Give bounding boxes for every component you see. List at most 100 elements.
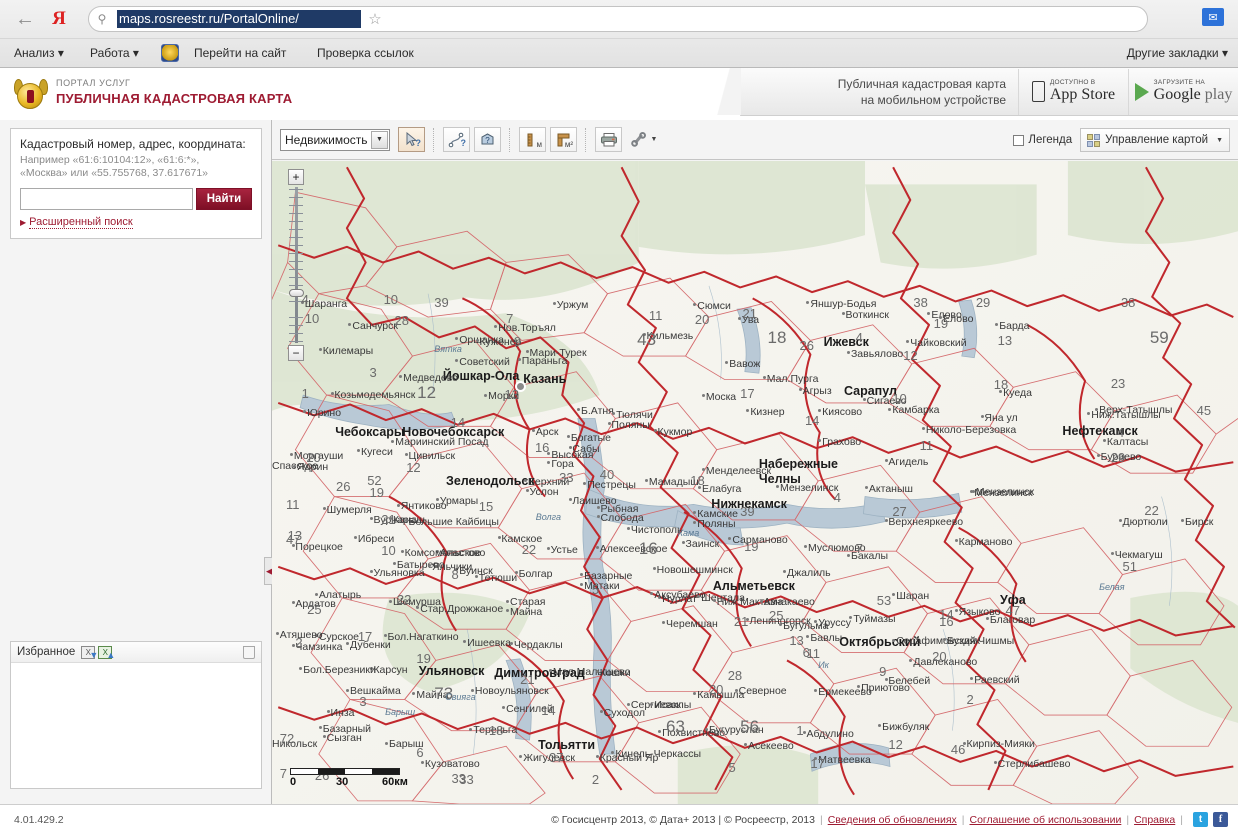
- chevron-down-icon[interactable]: ▼: [1216, 137, 1223, 144]
- polyline-query-tool[interactable]: ?: [443, 127, 470, 152]
- bookmark-analiz[interactable]: Анализ ▾: [10, 44, 68, 63]
- zoom-in-button[interactable]: +: [288, 169, 304, 185]
- portal-subtitle: ПОРТАЛ УСЛУГ: [56, 78, 131, 88]
- map-town-marker: [798, 388, 802, 392]
- facebook-icon[interactable]: f: [1213, 812, 1228, 827]
- terms-link[interactable]: Соглашение об использовании: [970, 814, 1122, 826]
- map-town-marker: [346, 688, 350, 692]
- promo-line-1: Публичная кадастровая карта: [837, 76, 1006, 91]
- app-store-badge[interactable]: Доступно в App Store: [1018, 68, 1128, 115]
- map-town-marker: [712, 598, 716, 602]
- map-town-marker: [566, 434, 570, 438]
- advanced-search-link[interactable]: ▶ Расширенный поиск: [20, 216, 252, 229]
- search-icon: ⚲: [97, 12, 107, 26]
- search-panel: Кадастровый номер, адрес, координата: На…: [10, 128, 262, 239]
- map-control-label: Управление картой: [1105, 134, 1209, 146]
- updates-link[interactable]: Сведения об обновлениях: [828, 814, 957, 826]
- map-town-marker: [314, 592, 318, 596]
- legend-checkbox[interactable]: Легенда: [1013, 134, 1072, 146]
- map-town-marker: [289, 452, 293, 456]
- measure-area-tool[interactable]: м²: [550, 127, 577, 152]
- permalink-tool[interactable]: ▼: [626, 127, 662, 152]
- checkbox-box[interactable]: [1013, 134, 1025, 146]
- map-town-marker: [954, 538, 958, 542]
- map-town-marker: [596, 505, 600, 509]
- trash-icon[interactable]: [243, 645, 255, 659]
- promo-text: Публичная кадастровая карта на мобильном…: [741, 76, 1018, 108]
- zoom-out-button[interactable]: −: [288, 345, 304, 361]
- map-town-marker: [642, 332, 646, 336]
- scale-bar: 0 30 60км: [290, 768, 408, 790]
- scale-bar-strip: [290, 768, 400, 775]
- search-button[interactable]: Найти: [196, 188, 252, 210]
- select-info-tool[interactable]: ?: [398, 127, 425, 152]
- mobile-app-promo: Публичная кадастровая карта на мобильном…: [707, 68, 1238, 116]
- address-bar-url[interactable]: maps.rosreestr.ru/PortalOnline/: [117, 10, 361, 28]
- map-town-marker: [525, 488, 529, 492]
- chevron-down-icon[interactable]: ▼: [371, 130, 388, 149]
- bookmark-star-icon[interactable]: ☆: [361, 10, 389, 28]
- search-hint-line-1: Например «61:6:10104:12», «61:6:*»,: [20, 154, 200, 166]
- search-input[interactable]: [20, 188, 193, 210]
- map-town-marker: [943, 637, 947, 641]
- twitter-icon[interactable]: t: [1193, 812, 1208, 827]
- address-bar[interactable]: ⚲ maps.rosreestr.ru/PortalOnline/ ☆: [88, 6, 1148, 32]
- map-town-marker: [399, 374, 403, 378]
- map-town-marker: [627, 526, 631, 530]
- other-bookmarks-menu[interactable]: Другие закладки ▾: [1127, 44, 1228, 63]
- map-control-button[interactable]: Управление картой ▼: [1080, 128, 1230, 152]
- chevron-down-icon[interactable]: ▼: [651, 136, 658, 143]
- polygon-query-tool[interactable]: ?: [474, 127, 501, 152]
- excel-import-icon[interactable]: X ▼: [81, 645, 98, 659]
- map-town-marker: [847, 350, 851, 354]
- map-graphics: [272, 161, 1238, 804]
- map-town-marker: [330, 391, 334, 395]
- scale-tick-2: 60км: [382, 776, 408, 788]
- map-town-marker: [596, 515, 600, 519]
- help-link[interactable]: Справка: [1134, 814, 1175, 826]
- promo-line-2: на мобильном устройстве: [860, 92, 1006, 107]
- map-town-marker: [404, 519, 408, 523]
- footer: 4.01.429.2 © Госисцентр 2013, © Дата+ 20…: [0, 804, 1238, 834]
- excel-export-icon[interactable]: X ▲: [98, 645, 115, 659]
- browser-chrome: ← Я ⚲ maps.rosreestr.ru/PortalOnline/ ☆ …: [0, 0, 1238, 68]
- svg-text:?: ?: [485, 136, 490, 145]
- map-town-marker: [985, 616, 989, 620]
- zoom-slider-handle[interactable]: [289, 289, 304, 297]
- layer-select-value: Недвижимость: [285, 132, 368, 147]
- map-town-marker: [383, 633, 387, 637]
- zoom-control[interactable]: + −: [288, 169, 306, 361]
- map-town-marker: [878, 723, 882, 727]
- mail-icon[interactable]: ✉: [1202, 8, 1224, 26]
- google-play-badge[interactable]: ЗАГРУЗИТЕ НА Google play: [1128, 68, 1238, 115]
- bookmark-site-favicon[interactable]: [161, 44, 179, 62]
- google-play-label: Google play: [1153, 85, 1233, 103]
- scale-tick-1: 30: [336, 776, 349, 788]
- back-arrow-icon[interactable]: ←: [12, 6, 38, 32]
- print-tool[interactable]: [595, 127, 622, 152]
- favorites-title: Избранное: [17, 646, 76, 658]
- layers-grid-icon: [1087, 133, 1101, 147]
- map-town-marker: [884, 459, 888, 463]
- scale-bar-labels: 0 30 60км: [290, 776, 408, 790]
- map-town-marker: [737, 317, 741, 321]
- map-town-marker: [318, 725, 322, 729]
- favorites-header: Избранное X ▼ X ▲: [11, 642, 261, 663]
- map-town-marker: [389, 599, 393, 603]
- iphone-icon: [1031, 81, 1045, 102]
- bookmark-proverka-ssylok[interactable]: Проверка ссылок: [313, 44, 418, 63]
- map-town-marker: [435, 498, 439, 502]
- layer-select[interactable]: Недвижимость ▼: [280, 128, 390, 151]
- map-town-marker: [525, 349, 529, 353]
- yandex-logo-icon[interactable]: Я: [46, 6, 72, 32]
- app-store-label: App Store: [1049, 85, 1116, 103]
- measure-length-tool[interactable]: м: [519, 127, 546, 152]
- bookmark-rabota[interactable]: Работа ▾: [86, 44, 143, 63]
- map-town-marker: [506, 599, 510, 603]
- map-canvas[interactable]: + − Казань Ижевск Сарапул Нефтекамск Чебокса…: [272, 161, 1238, 804]
- map-area: Недвижимость ▼ ? ? ? м м² ▼ Легенда Упра…: [272, 120, 1238, 804]
- map-town-marker: [759, 599, 763, 603]
- map-town-marker: [568, 445, 572, 449]
- bookmarks-bar: Анализ ▾ Работа ▾ Перейти на сайт Провер…: [0, 38, 1238, 68]
- bookmark-perejti-na-sajt[interactable]: Перейти на сайт: [190, 44, 290, 63]
